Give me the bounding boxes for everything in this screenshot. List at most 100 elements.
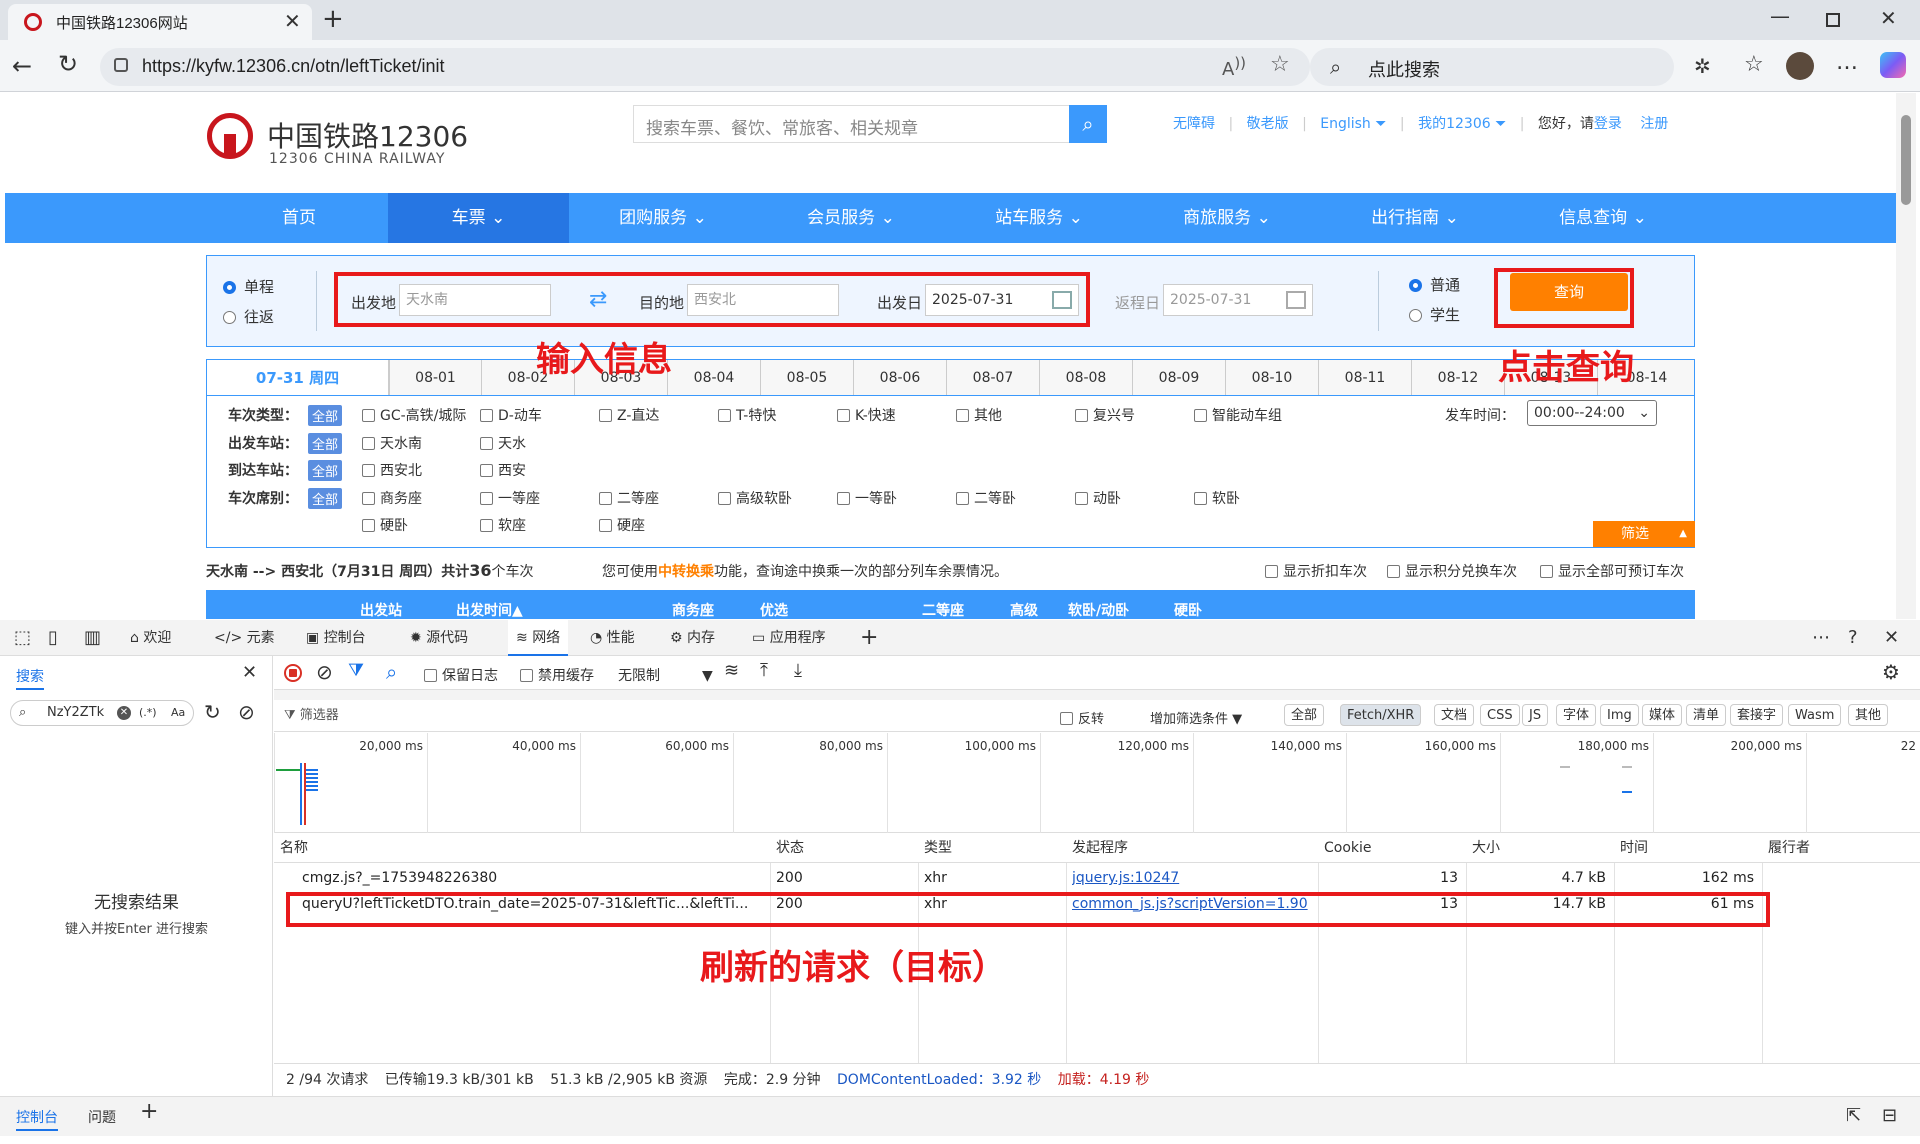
arrive-station-all[interactable]: 全部 — [308, 460, 343, 481]
export-har-icon[interactable]: ⤓ — [794, 660, 802, 681]
clear-icon[interactable]: ✕ — [117, 706, 131, 720]
seat-type-all[interactable]: 全部 — [308, 488, 343, 509]
close-devtools-icon[interactable]: ✕ — [1884, 620, 1899, 656]
back-icon[interactable]: ← — [12, 52, 32, 80]
site-info-icon[interactable] — [114, 58, 128, 72]
seat-option[interactable]: 二等座 — [599, 488, 659, 508]
table-row[interactable]: cmgz.js?_=1753948226380 200 xhr jquery.j… — [274, 865, 1920, 891]
trip-type-oneway[interactable]: 单程 — [223, 276, 274, 297]
request-initiator[interactable]: jquery.js:10247 — [1072, 865, 1312, 891]
show-points-option[interactable]: 显示积分兑换车次 — [1387, 561, 1517, 581]
invert-checkbox[interactable]: 反转 — [1060, 708, 1104, 727]
type-filter-wasm[interactable]: Wasm — [1788, 704, 1842, 726]
nav-station[interactable]: 站车服务 ⌄ — [945, 193, 1133, 243]
arrive-station-option[interactable]: 西安北 — [362, 460, 422, 480]
seat-option[interactable]: 软卧 — [1194, 488, 1240, 508]
refresh-search-icon[interactable]: ↻ — [204, 700, 221, 724]
close-drawer-icon[interactable]: ⊟ — [1882, 1105, 1897, 1126]
nav-info[interactable]: 信息查询 ⌄ — [1509, 193, 1697, 243]
page-scrollbar[interactable] — [1896, 93, 1916, 619]
show-bookable-option[interactable]: 显示全部可预订车次 — [1540, 561, 1684, 581]
search-network-icon[interactable]: ⌕ — [386, 660, 397, 684]
depart-station-option[interactable]: 天水南 — [362, 433, 422, 453]
type-filter-font[interactable]: 字体 — [1556, 704, 1597, 726]
more-menu-icon[interactable]: … — [1836, 50, 1858, 75]
seat-option[interactable]: 动卧 — [1075, 488, 1121, 508]
return-date-input[interactable]: 2025-07-31 — [1163, 284, 1313, 316]
network-timeline[interactable]: 20,000 ms 40,000 ms 60,000 ms 80,000 ms … — [274, 733, 1920, 833]
nav-member[interactable]: 会员服务 ⌄ — [757, 193, 945, 243]
col-header[interactable]: 出发时间▲ — [456, 600, 523, 619]
train-type-z[interactable]: Z-直达 — [599, 405, 659, 425]
more-icon[interactable]: ⋯ — [1812, 620, 1830, 656]
drawer-tab-issues[interactable]: 问题 — [88, 1107, 116, 1127]
show-discount-option[interactable]: 显示折扣车次 — [1265, 561, 1367, 581]
col-time[interactable]: 时间 — [1620, 833, 1648, 863]
passenger-normal[interactable]: 普通 — [1409, 274, 1460, 295]
close-window-icon[interactable]: ✕ — [1880, 6, 1897, 30]
transfer-link[interactable]: 中转换乘 — [658, 564, 714, 580]
close-search-icon[interactable]: ✕ — [242, 662, 257, 683]
date-tab[interactable]: 08-08 — [1040, 360, 1133, 396]
new-tab-icon[interactable]: + — [322, 4, 344, 34]
type-filter-img[interactable]: Img — [1600, 704, 1639, 726]
train-type-smart[interactable]: 智能动车组 — [1194, 405, 1282, 425]
more-filters-dropdown[interactable]: 增加筛选条件 ▼ — [1150, 708, 1242, 727]
devtools-tab-memory[interactable]: ⚙ 内存 — [670, 620, 715, 656]
col-initiator[interactable]: 发起程序 — [1072, 833, 1128, 863]
devtools-tab-console[interactable]: ▣ 控制台 — [306, 620, 366, 656]
maximize-icon[interactable] — [1826, 13, 1840, 27]
date-tab[interactable]: 08-07 — [947, 360, 1040, 396]
throttle-select[interactable]: 无限制 ▼ — [618, 665, 713, 685]
col-name[interactable]: 名称 — [280, 833, 308, 863]
browser-tab[interactable]: 中国铁路12306网站 ✕ — [8, 4, 312, 40]
filter-toggle-button[interactable]: 筛选 ▲ — [1593, 521, 1695, 547]
add-drawer-tab-icon[interactable]: + — [140, 1099, 158, 1124]
nav-guide[interactable]: 出行指南 ⌄ — [1321, 193, 1509, 243]
type-filter-css[interactable]: CSS — [1480, 704, 1520, 726]
filter-icon[interactable]: ⧩ — [348, 660, 364, 681]
english-link[interactable]: English — [1320, 116, 1371, 132]
favorite-star-icon[interactable]: ☆ — [1270, 52, 1290, 77]
train-type-all[interactable]: 全部 — [308, 405, 343, 426]
nav-business[interactable]: 商旅服务 ⌄ — [1133, 193, 1321, 243]
login-link[interactable]: 登录 — [1594, 116, 1622, 132]
nav-tickets[interactable]: 车票 ⌄ — [388, 193, 569, 243]
seat-option[interactable]: 一等座 — [480, 488, 540, 508]
clear-search-icon[interactable]: ⊘ — [238, 700, 255, 724]
copilot-icon[interactable] — [1880, 52, 1906, 78]
add-tab-icon[interactable]: + — [860, 620, 878, 656]
settings-icon[interactable]: ⚙ — [1882, 660, 1900, 684]
reload-icon[interactable]: ↻ — [58, 50, 78, 78]
depart-station-all[interactable]: 全部 — [308, 433, 343, 454]
case-toggle[interactable]: Aa — [171, 701, 185, 725]
network-conditions-icon[interactable]: ≋ — [724, 660, 739, 681]
devtools-tab-elements[interactable]: </> 元素 — [214, 620, 275, 656]
request-name[interactable]: cmgz.js?_=1753948226380 — [302, 865, 762, 891]
date-tab[interactable]: 08-01 — [389, 360, 482, 396]
search-query-input[interactable]: ⌕ NzY2ZTk ✕ (.*) Aa — [10, 700, 194, 726]
seat-option[interactable]: 硬座 — [599, 515, 645, 535]
devtools-tab-network[interactable]: ≋ 网络 — [508, 620, 569, 656]
scroll-thumb[interactable] — [1901, 115, 1911, 205]
col-size[interactable]: 大小 — [1472, 833, 1500, 863]
type-filter-media[interactable]: 媒体 — [1642, 704, 1683, 726]
col-cookie[interactable]: Cookie — [1324, 833, 1372, 863]
depart-station-option[interactable]: 天水 — [480, 433, 526, 453]
arrive-station-option[interactable]: 西安 — [480, 460, 526, 480]
type-filter-xhr[interactable]: Fetch/XHR — [1340, 704, 1422, 726]
devtools-tab-welcome[interactable]: ⌂ 欢迎 — [130, 620, 171, 656]
accessibility-link[interactable]: 无障碍 — [1173, 116, 1215, 132]
nav-home[interactable]: 首页 — [205, 193, 393, 243]
passenger-student[interactable]: 学生 — [1409, 304, 1460, 325]
profile-avatar[interactable] — [1786, 52, 1814, 80]
import-har-icon[interactable]: ⤒ — [760, 660, 768, 681]
read-aloud-icon[interactable]: A)) — [1222, 54, 1246, 80]
help-icon[interactable]: ? — [1848, 620, 1858, 656]
type-filter-all[interactable]: 全部 — [1284, 704, 1325, 726]
dock-icon[interactable]: ▥ — [84, 620, 101, 656]
seat-option[interactable]: 一等卧 — [837, 488, 897, 508]
browser-search-box[interactable]: ⌕ 点此搜索 — [1310, 48, 1674, 86]
favorites-icon[interactable]: ☆ — [1744, 52, 1764, 77]
disable-cache-checkbox[interactable]: 禁用缓存 — [520, 665, 594, 685]
